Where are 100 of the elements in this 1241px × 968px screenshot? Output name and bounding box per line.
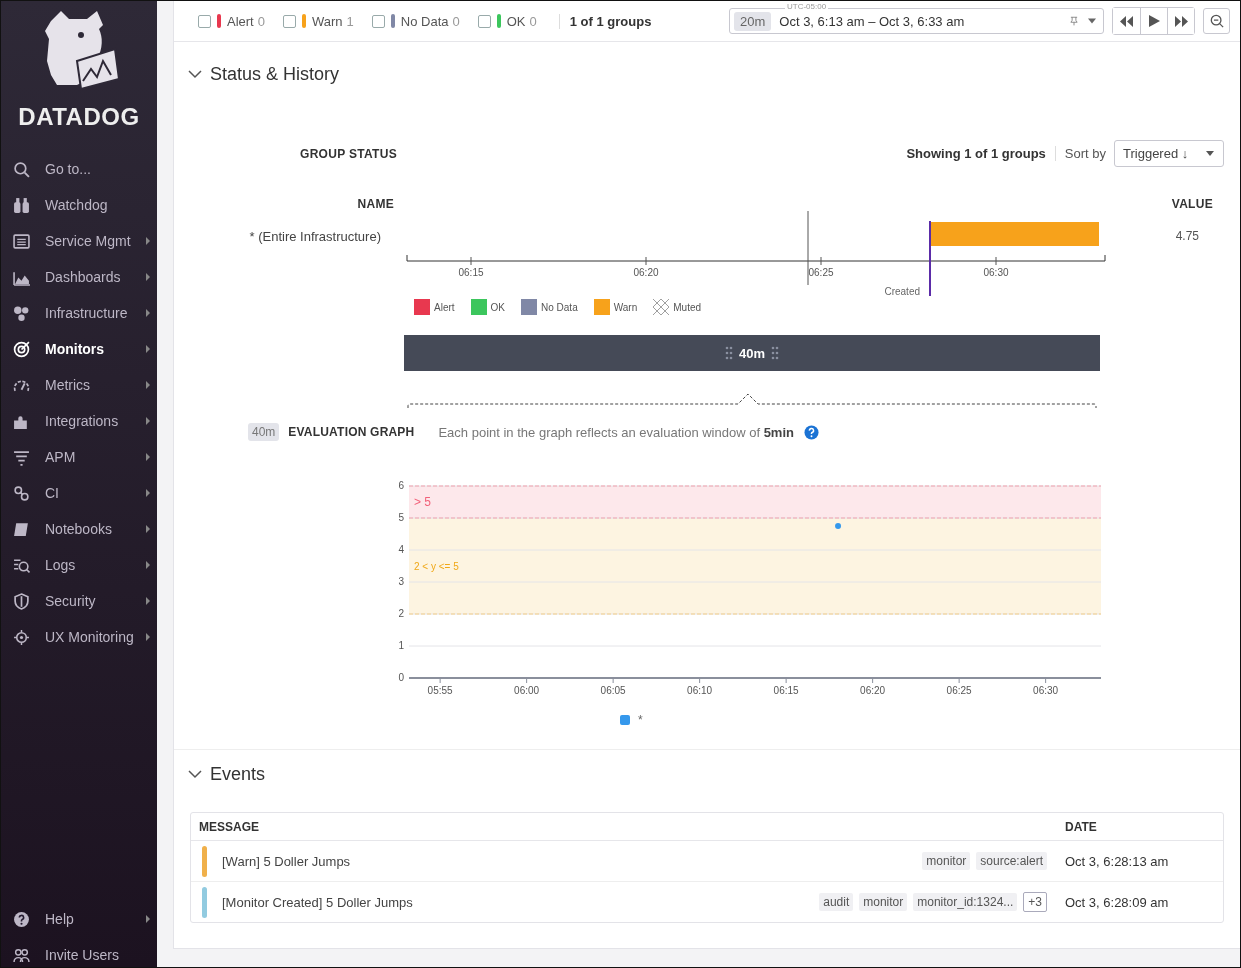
chain-icon xyxy=(13,484,30,502)
section-header[interactable]: Events xyxy=(174,750,1240,798)
help-icon xyxy=(13,910,30,928)
filter-label: Alert xyxy=(227,13,254,29)
x-tick-label: 06:10 xyxy=(687,685,713,696)
sidebar-item[interactable]: Dashboards xyxy=(1,259,157,295)
column-header: DATE xyxy=(1065,819,1098,834)
caret-icon xyxy=(145,309,151,317)
section-label: GROUP STATUS xyxy=(300,146,397,161)
sidebar-item[interactable]: Service Mgmt xyxy=(1,223,157,259)
users-icon xyxy=(13,946,30,964)
x-tick-label: 05:55 xyxy=(427,685,453,696)
target-icon xyxy=(13,340,30,358)
legend-label: OK xyxy=(490,301,505,313)
event-tag: audit xyxy=(819,893,854,911)
sidebar-item[interactable]: Infrastructure xyxy=(1,295,157,331)
y-tick-label: 3 xyxy=(398,576,404,587)
filter-checkbox[interactable] xyxy=(282,14,296,28)
sidebar-item[interactable]: Integrations xyxy=(1,403,157,439)
axis-tick-label: 06:25 xyxy=(808,267,834,278)
y-tick-label: 6 xyxy=(398,480,404,491)
event-message[interactable]: [Monitor Created] 5 Doller Jumps xyxy=(222,894,814,910)
y-tick-label: 5 xyxy=(398,512,404,523)
filter-checkbox[interactable] xyxy=(371,14,385,28)
list-icon xyxy=(13,232,30,250)
chevron-icon xyxy=(188,69,202,79)
y-tick-label: 1 xyxy=(398,640,404,651)
zoom-out-button[interactable] xyxy=(1203,8,1230,34)
axis-tick-label: 06:20 xyxy=(633,267,659,278)
group-value: 4.75 xyxy=(1174,229,1200,245)
range-selector[interactable]: 40m xyxy=(404,335,1100,371)
axis-tick-label: 06:15 xyxy=(458,267,484,278)
caret-icon xyxy=(145,597,151,605)
event-message[interactable]: [Warn] 5 Doller Jumps xyxy=(222,853,917,869)
caret-icon xyxy=(1205,150,1215,157)
book-icon xyxy=(13,520,30,538)
sidebar-item[interactable]: Watchdog xyxy=(1,187,157,223)
axis-tick-label: 06:30 xyxy=(983,267,1009,278)
sidebar-item[interactable]: Security xyxy=(1,583,157,619)
filter-label: No Data xyxy=(400,13,449,29)
event-date: Oct 3, 6:28:09 am xyxy=(1064,894,1170,910)
shield-icon xyxy=(13,592,30,610)
sidebar-item[interactable]: UX Monitoring xyxy=(1,619,157,655)
caret-icon xyxy=(145,237,151,245)
y-tick-label: 2 xyxy=(398,608,404,619)
threshold-label: > 5 xyxy=(414,495,431,509)
y-tick-label: 4 xyxy=(398,544,404,555)
caret-icon xyxy=(145,381,151,389)
legend-label: * xyxy=(638,713,643,727)
hatched-swatch xyxy=(653,299,670,315)
sidebar-item[interactable]: Invite Users xyxy=(1,937,157,967)
x-tick-label: 06:25 xyxy=(946,685,972,696)
grip-icon xyxy=(771,346,779,360)
filter-count: 0 xyxy=(452,13,460,29)
sidebar-item[interactable]: CI xyxy=(1,475,157,511)
rewind-icon xyxy=(1120,15,1133,27)
more-tags-button[interactable]: +3 xyxy=(1023,892,1047,912)
sidebar-item[interactable]: Logs xyxy=(1,547,157,583)
sort-dropdown[interactable]: Triggered ↓ xyxy=(1114,140,1224,167)
timeframe-badge: 40m xyxy=(248,423,280,441)
fast-forward-button[interactable] xyxy=(1167,8,1194,34)
column-header: VALUE xyxy=(1170,197,1214,211)
legend-label: No Data xyxy=(541,301,578,313)
event-date: Oct 3, 6:28:13 am xyxy=(1064,853,1170,869)
legend-label: Muted xyxy=(673,301,702,313)
filter-checkbox[interactable] xyxy=(477,14,491,28)
binoculars-icon xyxy=(13,196,30,214)
filter-count: 0 xyxy=(529,13,537,29)
filter-count: 0 xyxy=(257,13,265,29)
threshold-label: 2 < y <= 5 xyxy=(414,561,459,572)
caret-icon xyxy=(145,915,151,923)
caret-icon xyxy=(145,633,151,641)
sidebar-item[interactable]: Monitors xyxy=(1,331,157,367)
evaluation-note: Each point in the graph reflects an evaluation window of 5min xyxy=(438,424,794,440)
groups-count: 1 of 1 groups xyxy=(558,13,652,29)
column-header: MESSAGE xyxy=(199,819,260,834)
chevron-icon xyxy=(188,769,202,779)
event-tag: monitor xyxy=(859,893,908,911)
filter-lines-icon xyxy=(13,448,30,466)
zoom-out-icon xyxy=(1209,14,1224,28)
filter-count: 1 xyxy=(346,13,354,29)
event-tag: monitor_id:1324... xyxy=(913,893,1018,911)
play-icon xyxy=(1148,15,1160,27)
section-header[interactable]: Status & History xyxy=(174,50,1240,98)
x-tick-label: 06:15 xyxy=(773,685,799,696)
sidebar-item[interactable]: Help xyxy=(1,901,157,937)
range-label: 40m xyxy=(739,345,765,361)
caret-icon xyxy=(145,453,151,461)
sidebar-item[interactable]: APM xyxy=(1,439,157,475)
sidebar-item[interactable]: Notebooks xyxy=(1,511,157,547)
sidebar-item[interactable]: Go to... xyxy=(1,151,157,187)
help-icon[interactable] xyxy=(804,424,819,440)
legend-label: Alert xyxy=(434,301,455,313)
filter-checkbox[interactable] xyxy=(198,14,211,28)
caret-icon xyxy=(145,489,151,497)
caret-icon xyxy=(145,417,151,425)
x-tick-label: 06:00 xyxy=(514,685,540,696)
pin-icon xyxy=(1069,16,1079,26)
sidebar-item[interactable]: Metrics xyxy=(1,367,157,403)
timezone-label: UTC-05:00 xyxy=(785,2,829,12)
